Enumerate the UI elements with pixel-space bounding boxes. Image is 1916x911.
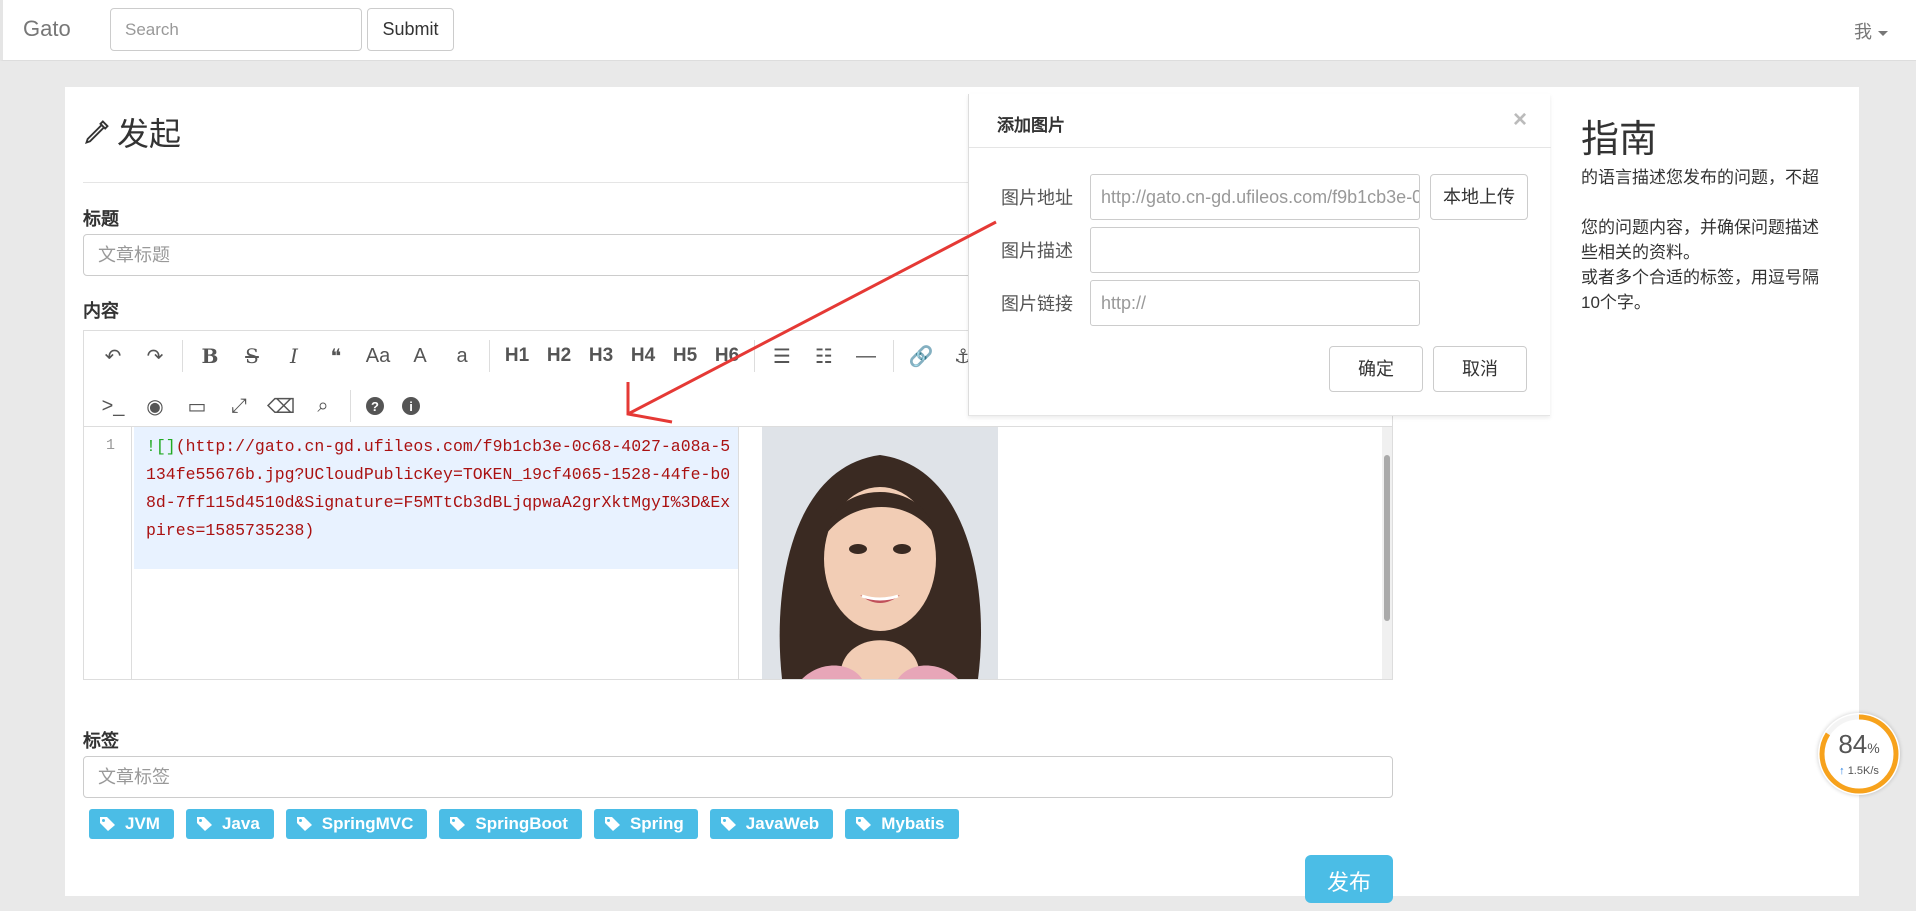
rate-value: 1.5K/s (1847, 765, 1879, 777)
annotation-arrow (626, 220, 997, 424)
speed-rate: ↑ 1.5K/s (1818, 765, 1900, 777)
speed-percent: 84% (1818, 729, 1900, 760)
upload-arrow-icon: ↑ (1839, 765, 1845, 777)
percent-unit: % (1867, 740, 1880, 756)
percent-value: 84 (1838, 729, 1868, 759)
network-speed-widget[interactable]: 84% ↑ 1.5K/s (1818, 713, 1900, 795)
